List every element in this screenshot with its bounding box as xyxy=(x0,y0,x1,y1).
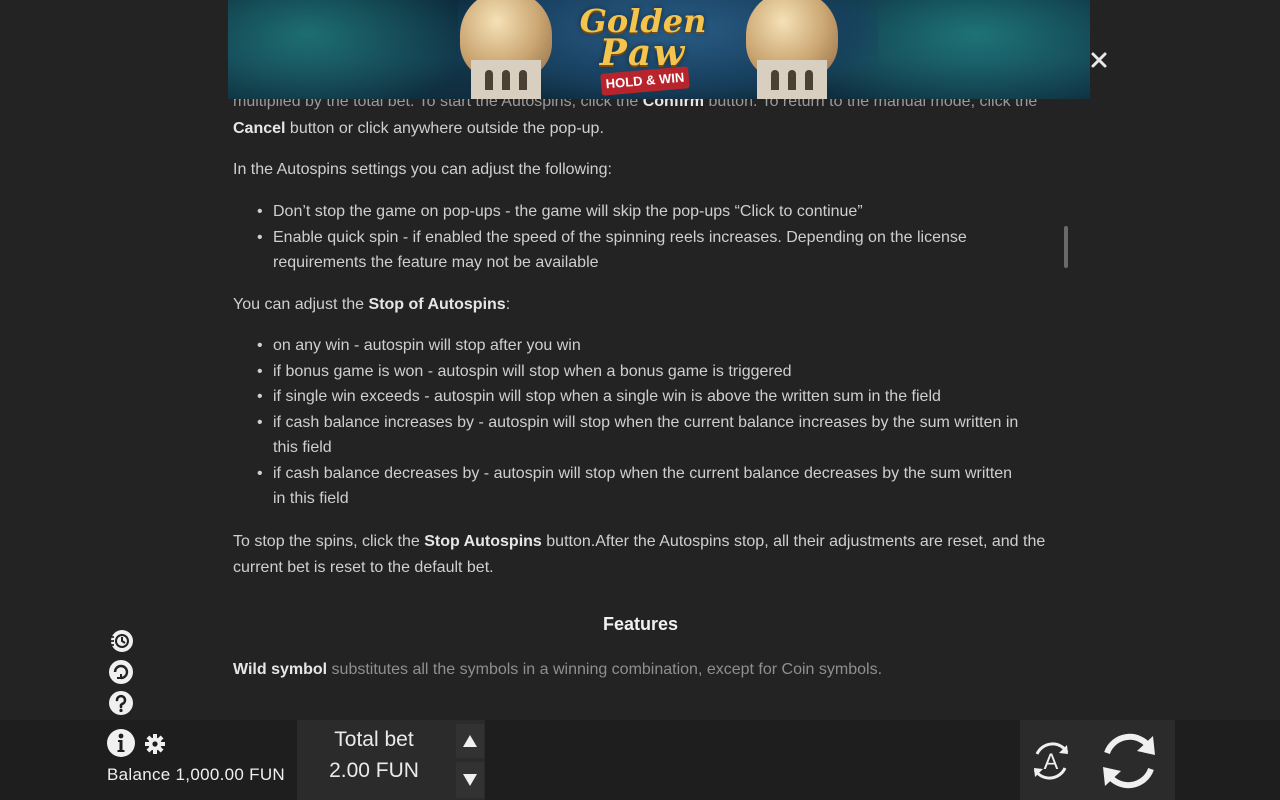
stop-intro: You can adjust the Stop of Autospins: xyxy=(233,296,511,313)
info-button[interactable] xyxy=(106,728,136,758)
cut-off-text-line: multiplied by the total bet. To start th… xyxy=(233,99,1038,110)
bet-decrease-button[interactable] xyxy=(456,762,484,798)
settings-intro: In the Autospins settings you can adjust… xyxy=(233,161,612,178)
settings-button[interactable] xyxy=(144,733,166,755)
close-button[interactable] xyxy=(1088,49,1110,71)
bet-increase-button[interactable] xyxy=(456,724,484,758)
stop-list: on any win - autospin will stop after yo… xyxy=(233,333,1048,512)
autospin-icon: A xyxy=(1033,742,1069,780)
close-icon xyxy=(1091,52,1107,68)
settings-list: Don’t stop the game on pop-ups - the gam… xyxy=(233,199,1048,276)
game-banner: Golden Paw HOLD & WIN xyxy=(228,0,1090,99)
total-bet-label: Total bet xyxy=(334,728,414,751)
gear-icon xyxy=(145,734,165,754)
rules-content: multiplied by the total bet. To start th… xyxy=(233,99,1053,719)
info-icon xyxy=(107,729,135,757)
features-title: Features xyxy=(602,614,679,634)
logo-line-2: Paw xyxy=(599,32,687,74)
spin-icon xyxy=(1103,733,1155,789)
autoplay-icon xyxy=(109,660,133,684)
triangle-up-icon xyxy=(463,735,477,747)
list-item: if single win exceeds - autospin will st… xyxy=(233,384,1048,410)
game-logo: Golden Paw HOLD & WIN xyxy=(573,2,713,96)
spin-button[interactable] xyxy=(1095,727,1163,795)
stop-paragraph: To stop the spins, click the Stop Autosp… xyxy=(233,533,1046,576)
autospin-button[interactable]: A xyxy=(1027,737,1075,785)
cancel-word: Cancel xyxy=(233,120,286,137)
autospin-letter: A xyxy=(1044,749,1059,774)
list-item: if bonus game is won - autospin will sto… xyxy=(233,359,1048,385)
turbo-button[interactable] xyxy=(108,628,134,654)
total-bet-value: 2.00 FUN xyxy=(329,759,419,782)
wild-paragraph: Wild symbol substitutes all the symbols … xyxy=(233,661,883,678)
autoplay-button[interactable] xyxy=(108,659,134,685)
cancel-paragraph: Cancel button or click anywhere outside … xyxy=(233,120,604,137)
list-item: if cash balance decreases by - autospin … xyxy=(233,461,1048,512)
list-item: on any win - autospin will stop after yo… xyxy=(233,333,1048,359)
help-button[interactable] xyxy=(108,690,134,716)
palace-tower-left xyxy=(471,60,541,99)
help-icon xyxy=(109,691,133,715)
list-item: if cash balance increases by - autospin … xyxy=(233,410,1048,461)
list-item: Enable quick spin - if enabled the speed… xyxy=(233,225,1048,276)
triangle-down-icon xyxy=(463,774,477,786)
palace-tower-right xyxy=(757,60,827,99)
scrollbar[interactable] xyxy=(1064,226,1068,268)
banner-glow-left xyxy=(228,0,488,99)
balance-display: Balance 1,000.00 FUN xyxy=(107,765,285,784)
turbo-icon xyxy=(109,630,133,652)
list-item: Don’t stop the game on pop-ups - the gam… xyxy=(233,199,1048,225)
